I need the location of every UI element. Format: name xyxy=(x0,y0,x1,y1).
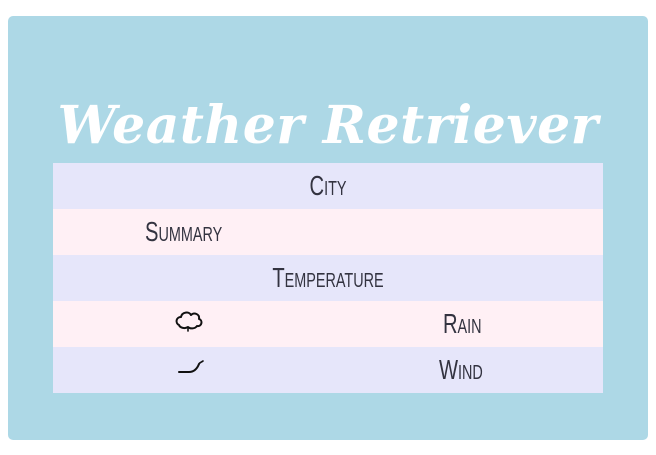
cloud-icon xyxy=(173,301,207,347)
wind-label: Wind xyxy=(439,354,483,385)
city-row: City xyxy=(53,163,603,209)
page-title: Weather Retriever xyxy=(57,95,599,156)
wind-row: Wind xyxy=(53,347,603,393)
weather-table: City Summary Temperature Rain Wind xyxy=(53,163,603,393)
wind-icon xyxy=(177,347,211,393)
summary-label: Summary xyxy=(145,216,223,247)
city-label: City xyxy=(309,170,347,201)
weather-card: Weather Retriever City Summary Temperatu… xyxy=(8,16,648,440)
rain-label: Rain xyxy=(443,308,482,339)
summary-row: Summary xyxy=(53,209,603,255)
temperature-label: Temperature xyxy=(272,262,384,293)
rain-row: Rain xyxy=(53,301,603,347)
temperature-row: Temperature xyxy=(53,255,603,301)
